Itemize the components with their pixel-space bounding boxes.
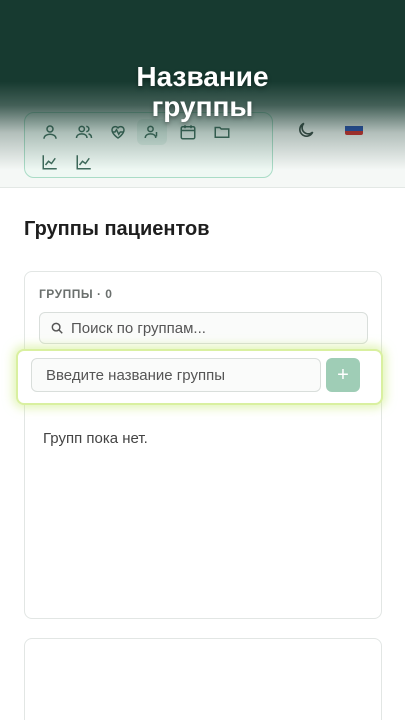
heart-pulse-icon[interactable] bbox=[107, 121, 129, 143]
add-group-button[interactable]: + bbox=[326, 358, 360, 392]
status-bar: Life 23:21 bbox=[0, 0, 405, 14]
user-icon[interactable] bbox=[39, 121, 61, 143]
signal-icon bbox=[12, 3, 23, 11]
folder-icon[interactable] bbox=[211, 121, 233, 143]
group-name-field[interactable] bbox=[31, 358, 321, 392]
search-field[interactable] bbox=[39, 312, 368, 344]
group-name-input[interactable] bbox=[46, 366, 316, 384]
calendar-icon[interactable] bbox=[177, 121, 199, 143]
battery-icon bbox=[375, 3, 393, 11]
empty-state-text: Групп пока нет. bbox=[43, 430, 148, 447]
search-input[interactable] bbox=[71, 319, 270, 337]
clock: 23:21 bbox=[196, 1, 224, 13]
page-title: Группы пациентов bbox=[24, 218, 210, 240]
caption-line-1: Название bbox=[136, 61, 269, 92]
line-chart-icon[interactable] bbox=[39, 151, 61, 173]
caption-text: Название группы bbox=[0, 62, 405, 122]
user-group-icon[interactable] bbox=[137, 119, 167, 145]
caption-line-2: группы bbox=[151, 91, 254, 122]
modal-sheet: Close TeamMD Группы пациентов ГРУППЫ · 0… bbox=[0, 30, 405, 720]
new-group-row: + bbox=[16, 349, 383, 405]
groups-count-header: ГРУППЫ · 0 bbox=[39, 287, 113, 301]
carrier-label: Life bbox=[27, 1, 45, 13]
flag-ru-icon[interactable] bbox=[345, 122, 363, 135]
search-icon bbox=[51, 322, 63, 334]
secondary-card bbox=[24, 638, 382, 720]
groups-card: ГРУППЫ · 0 + Групп пока нет. bbox=[16, 271, 383, 619]
line-chart-icon[interactable] bbox=[73, 151, 95, 173]
moon-icon[interactable] bbox=[296, 120, 316, 140]
carrier-group: Life bbox=[12, 1, 45, 13]
users-icon[interactable] bbox=[73, 121, 95, 143]
